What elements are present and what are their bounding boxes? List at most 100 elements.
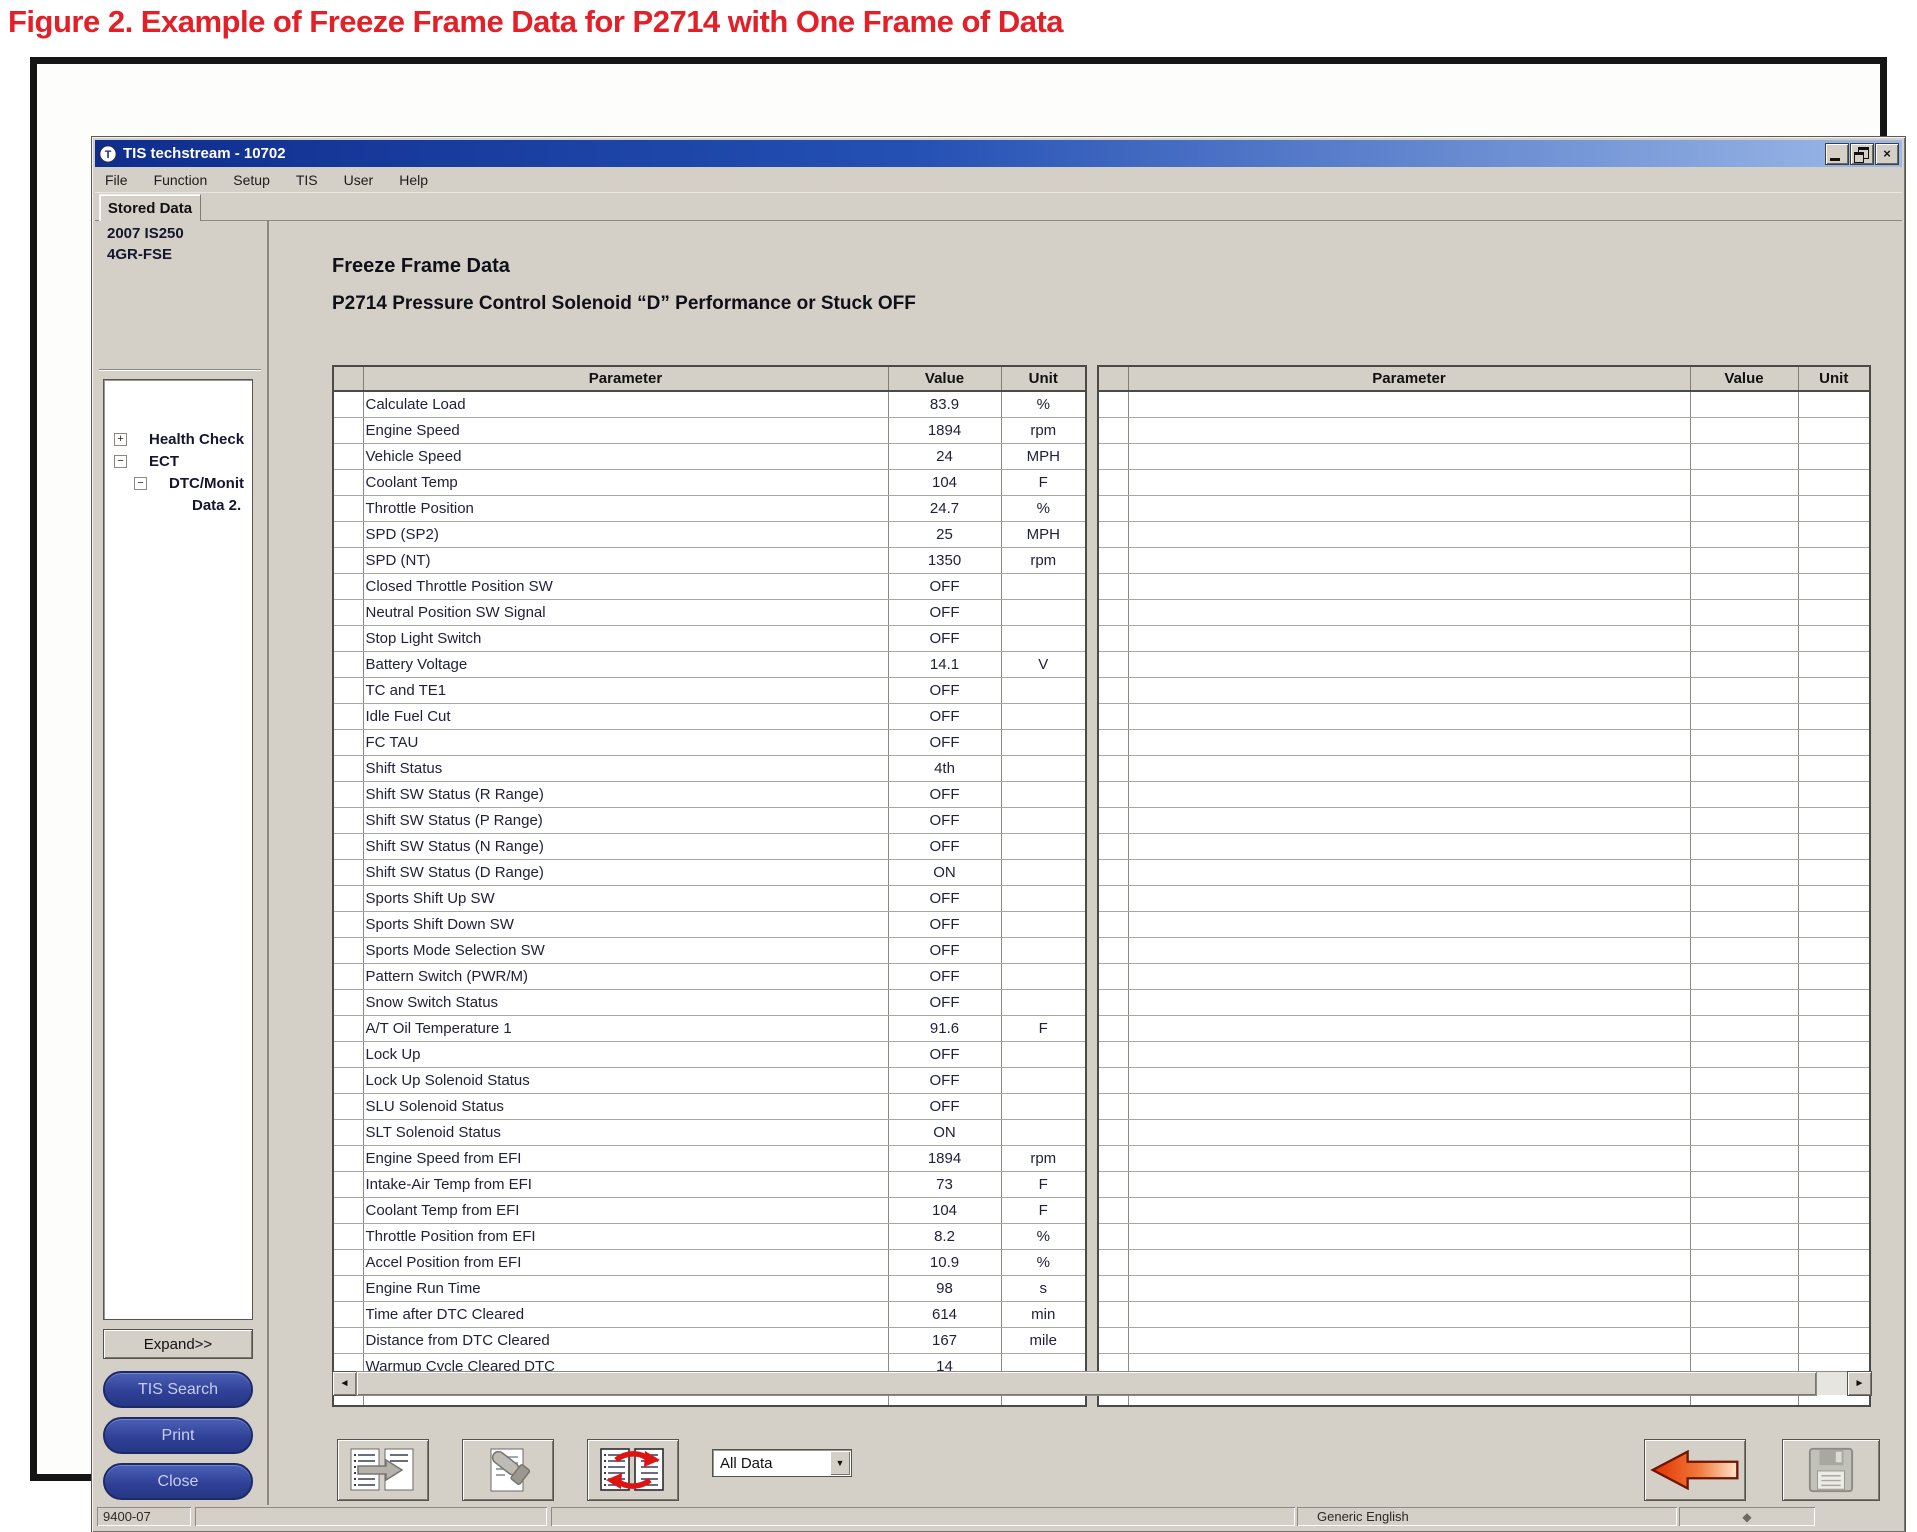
close-screen-button[interactable]: Close xyxy=(103,1463,253,1500)
empty-table-row[interactable] xyxy=(1097,599,1871,626)
table-row[interactable]: Snow Switch Status OFF xyxy=(332,989,1087,1016)
row-select-cell[interactable] xyxy=(1097,1301,1129,1328)
table-row[interactable]: Shift SW Status (R Range) OFF xyxy=(332,781,1087,808)
table-row[interactable]: Vehicle Speed 24 MPH xyxy=(332,443,1087,470)
empty-table-row[interactable] xyxy=(1097,1249,1871,1276)
menu-setup[interactable]: Setup xyxy=(233,172,270,188)
table-row[interactable]: Shift SW Status (P Range) OFF xyxy=(332,807,1087,834)
row-select-cell[interactable] xyxy=(1097,417,1129,444)
table-row[interactable]: Neutral Position SW Signal OFF xyxy=(332,599,1087,626)
table-row[interactable]: Distance from DTC Cleared 167 mile xyxy=(332,1327,1087,1354)
empty-table-row[interactable] xyxy=(1097,833,1871,860)
copy-data-button[interactable] xyxy=(337,1439,429,1501)
row-select-cell[interactable] xyxy=(1097,547,1129,574)
row-select-cell[interactable] xyxy=(332,1171,364,1198)
row-select-cell[interactable] xyxy=(332,755,364,782)
table-row[interactable]: TC and TE1 OFF xyxy=(332,677,1087,704)
row-select-cell[interactable] xyxy=(332,677,364,704)
row-select-cell[interactable] xyxy=(332,1015,364,1042)
empty-table-row[interactable] xyxy=(1097,1041,1871,1068)
empty-table-row[interactable] xyxy=(1097,781,1871,808)
table-row[interactable]: A/T Oil Temperature 1 91.6 F xyxy=(332,1015,1087,1042)
table-row[interactable]: Engine Speed 1894 rpm xyxy=(332,417,1087,444)
row-select-cell[interactable] xyxy=(332,833,364,860)
table-row[interactable]: Shift SW Status (N Range) OFF xyxy=(332,833,1087,860)
row-select-cell[interactable] xyxy=(1097,573,1129,600)
row-select-cell[interactable] xyxy=(1097,1249,1129,1276)
row-select-cell[interactable] xyxy=(332,1145,364,1172)
row-select-cell[interactable] xyxy=(332,989,364,1016)
tree-expand-icon[interactable]: + xyxy=(114,432,127,446)
table-row[interactable]: SLT Solenoid Status ON xyxy=(332,1119,1087,1146)
row-select-cell[interactable] xyxy=(1097,1223,1129,1250)
row-select-cell[interactable] xyxy=(332,911,364,938)
row-select-cell[interactable] xyxy=(1097,521,1129,548)
row-select-cell[interactable] xyxy=(1097,989,1129,1016)
row-select-cell[interactable] xyxy=(1097,859,1129,886)
empty-table-row[interactable] xyxy=(1097,1093,1871,1120)
scroll-right-button[interactable]: ► xyxy=(1848,1372,1871,1395)
empty-table-row[interactable] xyxy=(1097,1275,1871,1302)
close-button[interactable]: × xyxy=(1876,143,1898,164)
table-row[interactable]: SPD (SP2) 25 MPH xyxy=(332,521,1087,548)
table-row[interactable]: Closed Throttle Position SW OFF xyxy=(332,573,1087,600)
row-select-cell[interactable] xyxy=(332,599,364,626)
save-button[interactable] xyxy=(1782,1439,1880,1501)
row-select-cell[interactable] xyxy=(1097,807,1129,834)
empty-table-row[interactable] xyxy=(1097,1067,1871,1094)
row-select-cell[interactable] xyxy=(332,417,364,444)
row-select-cell[interactable] xyxy=(1097,963,1129,990)
row-select-cell[interactable] xyxy=(332,1197,364,1224)
row-select-cell[interactable] xyxy=(1097,1067,1129,1094)
empty-table-row[interactable] xyxy=(1097,1197,1871,1224)
menu-file[interactable]: File xyxy=(105,172,128,188)
row-select-cell[interactable] xyxy=(332,1327,364,1354)
table-row[interactable]: Sports Shift Up SW OFF xyxy=(332,885,1087,912)
tis-search-button[interactable]: TIS Search xyxy=(103,1371,253,1408)
row-select-cell[interactable] xyxy=(332,521,364,548)
menu-function[interactable]: Function xyxy=(154,172,208,188)
tab-stored-data[interactable]: Stored Data xyxy=(99,194,201,222)
table-row[interactable]: Idle Fuel Cut OFF xyxy=(332,703,1087,730)
row-select-cell[interactable] xyxy=(1097,755,1129,782)
empty-table-row[interactable] xyxy=(1097,443,1871,470)
table-row[interactable]: Sports Mode Selection SW OFF xyxy=(332,937,1087,964)
empty-table-row[interactable] xyxy=(1097,677,1871,704)
row-select-cell[interactable] xyxy=(1097,1197,1129,1224)
empty-table-row[interactable] xyxy=(1097,625,1871,652)
row-select-cell[interactable] xyxy=(332,495,364,522)
row-select-cell[interactable] xyxy=(1097,651,1129,678)
table-row[interactable]: Engine Speed from EFI 1894 rpm xyxy=(332,1145,1087,1172)
empty-table-row[interactable] xyxy=(1097,703,1871,730)
empty-table-row[interactable] xyxy=(1097,859,1871,886)
tree-item-dtc-monitor[interactable]: − DTC/Monit xyxy=(104,472,252,494)
row-select-cell[interactable] xyxy=(332,1119,364,1146)
row-select-cell[interactable] xyxy=(1097,937,1129,964)
row-select-cell[interactable] xyxy=(332,703,364,730)
table-row[interactable]: SLU Solenoid Status OFF xyxy=(332,1093,1087,1120)
row-select-cell[interactable] xyxy=(332,625,364,652)
empty-table-row[interactable] xyxy=(1097,807,1871,834)
row-select-cell[interactable] xyxy=(1097,833,1129,860)
empty-table-row[interactable] xyxy=(1097,937,1871,964)
row-select-cell[interactable] xyxy=(1097,1119,1129,1146)
row-select-cell[interactable] xyxy=(1097,495,1129,522)
table-row[interactable]: Sports Shift Down SW OFF xyxy=(332,911,1087,938)
row-select-cell[interactable] xyxy=(332,807,364,834)
empty-table-row[interactable] xyxy=(1097,1327,1871,1354)
table-row[interactable]: Lock Up OFF xyxy=(332,1041,1087,1068)
row-select-cell[interactable] xyxy=(1097,885,1129,912)
menu-help[interactable]: Help xyxy=(399,172,428,188)
menu-tis[interactable]: TIS xyxy=(296,172,318,188)
row-select-cell[interactable] xyxy=(332,937,364,964)
row-select-cell[interactable] xyxy=(1097,1041,1129,1068)
tree-item-data-2[interactable]: Data 2. xyxy=(104,494,252,516)
table-row[interactable]: SPD (NT) 1350 rpm xyxy=(332,547,1087,574)
table-row[interactable]: Throttle Position 24.7 % xyxy=(332,495,1087,522)
row-select-cell[interactable] xyxy=(332,390,364,418)
table-row[interactable]: Pattern Switch (PWR/M) OFF xyxy=(332,963,1087,990)
table-row[interactable]: Shift SW Status (D Range) ON xyxy=(332,859,1087,886)
tree-item-ect[interactable]: − ECT xyxy=(104,450,252,472)
row-select-cell[interactable] xyxy=(332,1275,364,1302)
row-select-cell[interactable] xyxy=(332,573,364,600)
